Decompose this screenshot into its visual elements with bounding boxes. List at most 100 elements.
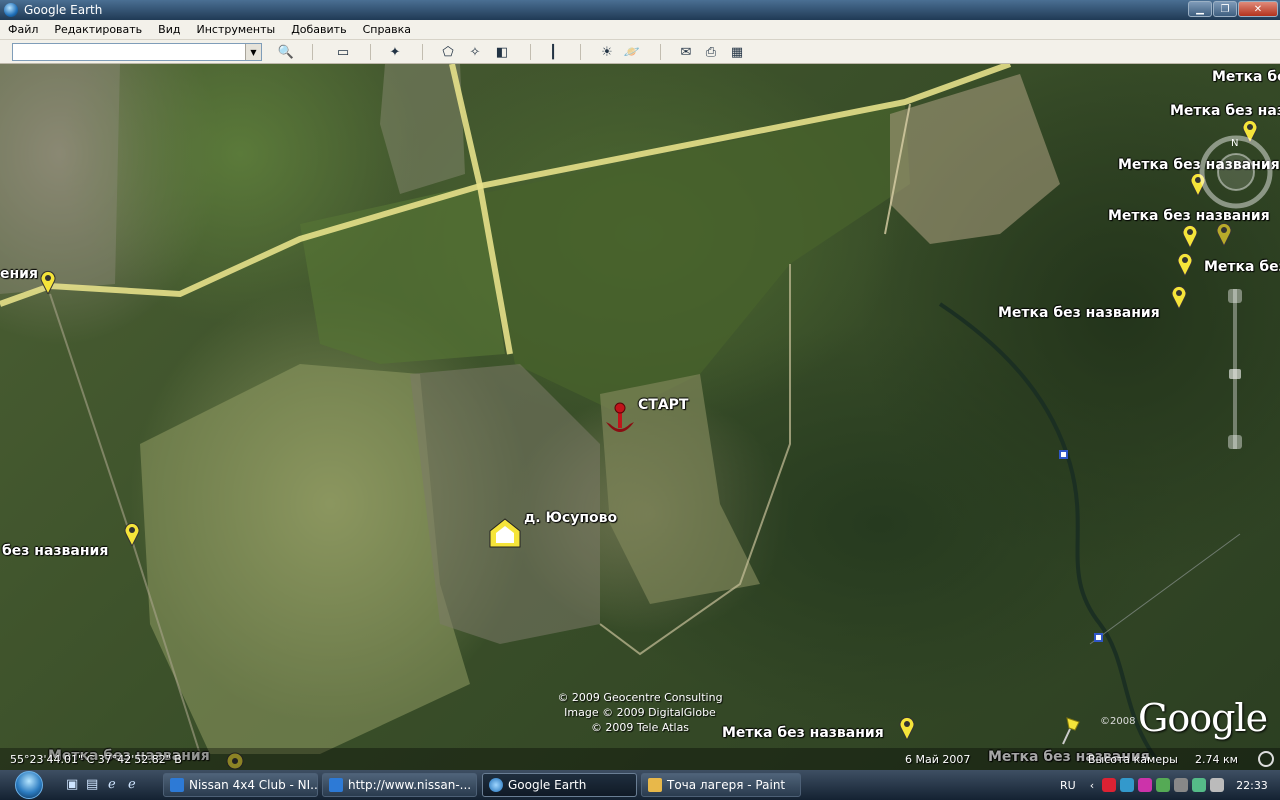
- altitude-label: Высота камеры: [1088, 753, 1178, 766]
- taskbar-item-label: Nissan 4x4 Club - NI...: [189, 778, 318, 792]
- internet-explorer-icon[interactable]: ℯ: [128, 777, 144, 793]
- settlement: [380, 64, 465, 194]
- field: [480, 104, 910, 414]
- waypoint-marker[interactable]: [1059, 450, 1068, 459]
- path-icon[interactable]: ✧: [465, 43, 485, 61]
- messenger-icon[interactable]: [1138, 778, 1153, 792]
- minimize-button[interactable]: ▁: [1188, 1, 1212, 17]
- copyright-line: © 2009 Tele Atlas: [590, 721, 690, 734]
- pushpin-icon[interactable]: [1058, 716, 1084, 746]
- google-logo: Google: [1138, 696, 1268, 740]
- menu-help[interactable]: Справка: [355, 23, 419, 36]
- placemark-label[interactable]: без названия: [2, 543, 108, 559]
- map-view[interactable]: СТАРТ д. Юсупово ения без названия Метка…: [0, 64, 1280, 770]
- coordinates-readout: 55°23'44.01" С 37°42'52.82" В: [10, 753, 182, 766]
- google-earth-icon: [489, 778, 503, 792]
- chevron-down-icon[interactable]: ▼: [245, 44, 261, 60]
- monitor-icon[interactable]: [1174, 778, 1189, 792]
- antivirus-icon[interactable]: [1102, 778, 1117, 792]
- village-label[interactable]: д. Юсупово: [524, 510, 617, 526]
- toolbar-separator: [370, 44, 371, 60]
- taskbar-item-google-earth[interactable]: Google Earth: [482, 773, 637, 797]
- system-tray: RU ‹ 22:33: [1054, 770, 1280, 800]
- placemark-pin-icon[interactable]: [1182, 224, 1198, 248]
- placemark-pin-icon[interactable]: [124, 522, 140, 546]
- show-desktop-icon[interactable]: ▣: [66, 777, 82, 793]
- start-label[interactable]: СТАРТ: [638, 397, 688, 413]
- speaker-icon[interactable]: [1210, 778, 1225, 792]
- window-title-bar[interactable]: Google Earth ▁ ❐ ✕: [0, 0, 1280, 20]
- menu-file[interactable]: Файл: [0, 23, 46, 36]
- search-input[interactable]: ▼: [12, 43, 262, 61]
- placemark-pin-icon[interactable]: [1216, 222, 1232, 246]
- placemark-pin-icon[interactable]: [40, 270, 56, 294]
- print-icon[interactable]: ⎙: [701, 43, 721, 61]
- ruler-icon[interactable]: ┃: [543, 43, 563, 61]
- toolbar-separator: [530, 44, 531, 60]
- placemark-label[interactable]: Метка без названия: [1108, 208, 1270, 224]
- path-line: [1089, 533, 1241, 645]
- start-pin-icon[interactable]: [603, 402, 637, 438]
- house-icon[interactable]: [487, 516, 523, 550]
- svg-text:N: N: [1231, 138, 1238, 149]
- internet-explorer-icon[interactable]: ℯ: [108, 777, 124, 793]
- taskbar-item-label: http://www.nissan-...: [348, 778, 472, 792]
- copyright-block: © 2009 Geocentre Consulting Image © 2009…: [545, 690, 735, 735]
- close-button[interactable]: ✕: [1238, 1, 1278, 17]
- network-icon[interactable]: [1120, 778, 1135, 792]
- taskbar-item-nissan-url[interactable]: http://www.nissan-...: [322, 773, 477, 797]
- menu-add[interactable]: Добавить: [283, 23, 354, 36]
- placemark-icon[interactable]: ✦: [385, 43, 405, 61]
- email-icon[interactable]: ✉: [676, 43, 696, 61]
- clock[interactable]: 22:33: [1236, 779, 1268, 792]
- placemark-label[interactable]: Метка без названия: [1170, 103, 1280, 119]
- navigation-compass[interactable]: N: [1198, 134, 1274, 210]
- taskbar-item-label: Точа лагеря - Paint: [667, 778, 786, 792]
- altitude-value: 2.74 км: [1195, 753, 1238, 766]
- taskbar-item-paint[interactable]: Точа лагеря - Paint: [641, 773, 801, 797]
- toolbar-separator: [660, 44, 661, 60]
- placemark-label[interactable]: Метка без названия: [998, 305, 1160, 321]
- language-indicator[interactable]: RU: [1060, 779, 1076, 792]
- waypoint-marker[interactable]: [1094, 633, 1103, 642]
- google-earth-icon: [4, 3, 18, 17]
- copyright-line: Image © 2009 DigitalGlobe: [564, 706, 716, 719]
- overlay-icon[interactable]: ◧: [492, 43, 512, 61]
- placemark-label[interactable]: ения: [0, 266, 38, 282]
- maps-icon[interactable]: ▦: [727, 43, 747, 61]
- sun-icon[interactable]: ☀: [597, 43, 617, 61]
- taskbar-item-label: Google Earth: [508, 778, 587, 792]
- planets-icon[interactable]: 🪐: [622, 43, 642, 61]
- placemark-label[interactable]: Метка без названия: [722, 725, 884, 741]
- update-icon[interactable]: [1156, 778, 1171, 792]
- placemark-pin-icon[interactable]: [899, 716, 915, 740]
- start-button[interactable]: [8, 770, 50, 800]
- windows-logo-icon: [15, 771, 43, 799]
- switch-windows-icon[interactable]: ▤: [86, 777, 102, 793]
- village-area: [410, 364, 600, 644]
- zoom-slider[interactable]: [1228, 289, 1242, 449]
- placemark-label[interactable]: Метка без: [1212, 69, 1280, 85]
- status-bar: 55°23'44.01" С 37°42'52.82" В 6 Май 2007…: [0, 748, 1280, 770]
- placemark-label[interactable]: Метка без: [1204, 259, 1280, 275]
- menu-view[interactable]: Вид: [150, 23, 188, 36]
- maximize-button[interactable]: ❐: [1213, 1, 1237, 17]
- taskbar-item-nissan-club[interactable]: Nissan 4x4 Club - NI...: [163, 773, 318, 797]
- toolbar-separator: [312, 44, 313, 60]
- logo-year: ©2008: [1100, 716, 1136, 727]
- taskbar: ▣ ▤ ℯ ℯ Nissan 4x4 Club - NI... http://w…: [0, 770, 1280, 800]
- sidebar-icon[interactable]: ▭: [333, 43, 353, 61]
- polygon-icon[interactable]: ⬠: [438, 43, 458, 61]
- internet-explorer-icon: [170, 778, 184, 792]
- search-icon[interactable]: 🔍: [276, 43, 296, 61]
- toolbar-separator: [580, 44, 581, 60]
- paint-icon: [648, 778, 662, 792]
- menu-edit[interactable]: Редактировать: [46, 23, 150, 36]
- placemark-pin-icon[interactable]: [1177, 252, 1193, 276]
- tray-expand-icon[interactable]: ‹: [1090, 779, 1094, 792]
- map-roads: [0, 64, 1241, 766]
- menu-tools[interactable]: Инструменты: [188, 23, 283, 36]
- device-icon[interactable]: [1192, 778, 1207, 792]
- copyright-line: © 2009 Geocentre Consulting: [557, 691, 723, 704]
- placemark-pin-icon[interactable]: [1171, 285, 1187, 309]
